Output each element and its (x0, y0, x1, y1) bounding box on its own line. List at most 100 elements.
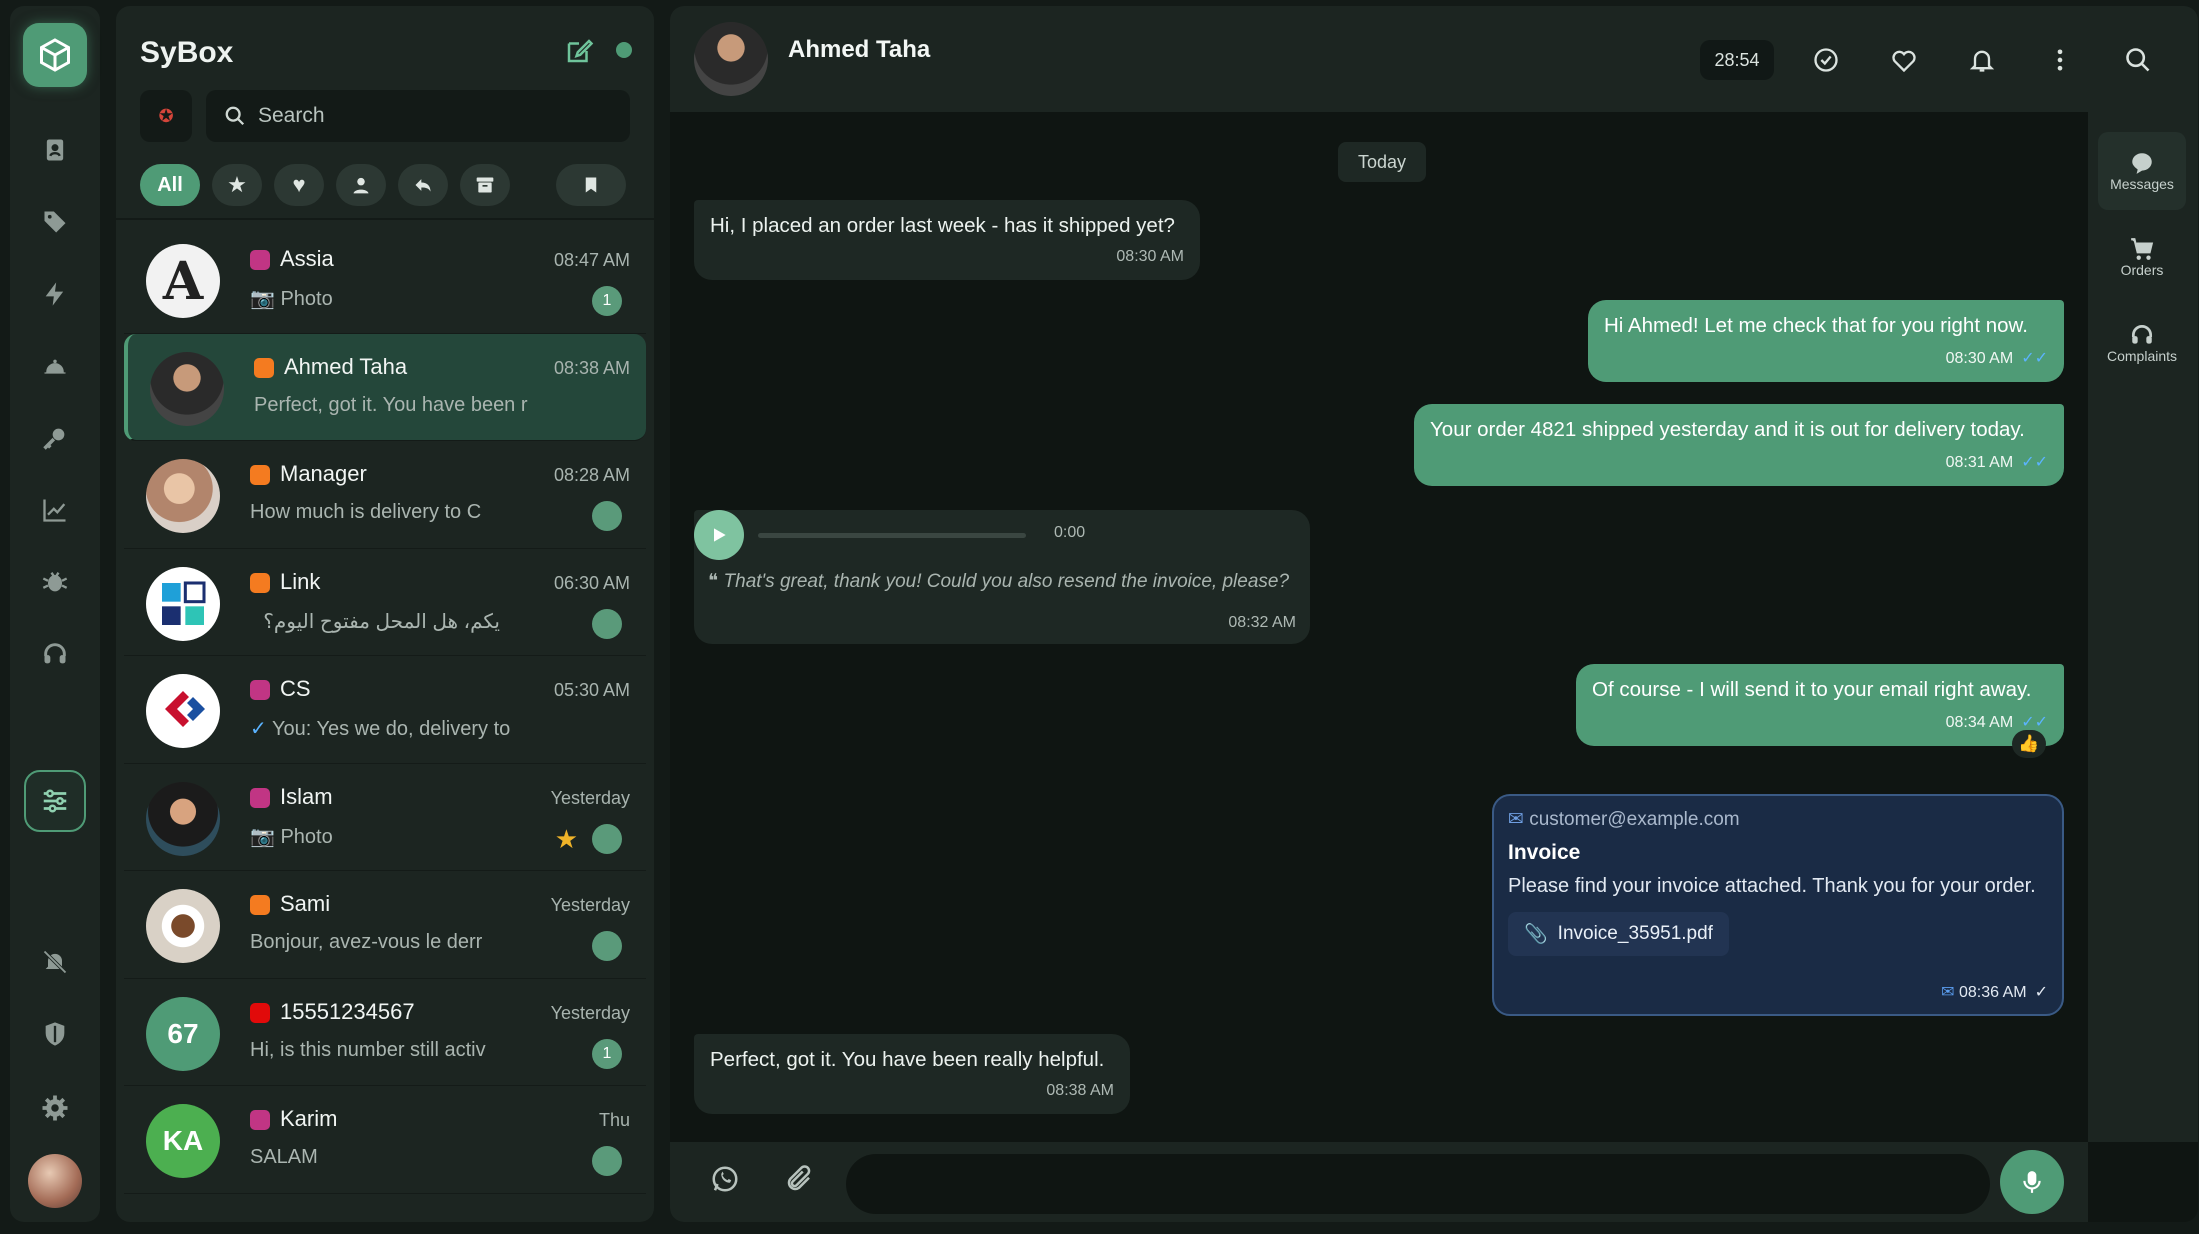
avatar: 67 (146, 996, 220, 1071)
tab-label: Orders (2120, 262, 2164, 278)
message-bubble-out[interactable]: Your order 4821 shipped yesterday and it… (1414, 404, 2064, 486)
search-box[interactable] (206, 90, 630, 142)
heart-icon[interactable] (1890, 46, 1918, 79)
chat-preview: How much is delivery to C (250, 501, 482, 523)
filter-archived-chip[interactable] (460, 164, 510, 206)
status-dot (592, 823, 622, 854)
attach-icon[interactable] (784, 1164, 814, 1199)
chat-row-manager[interactable]: Manager 08:28 AM How much is delivery to… (124, 441, 646, 549)
chat-preview: Bonjour, avez-vous le derr (250, 931, 483, 953)
filter-starred-chip[interactable]: ★ (212, 164, 262, 206)
reaction-badge[interactable]: 👍 (2012, 730, 2046, 758)
message-bubble-in[interactable]: Perfect, got it. You have been really he… (694, 1034, 1130, 1114)
chat-row-cs[interactable]: CS 05:30 AM ✓ You: Yes we do, delivery t… (124, 656, 646, 764)
chat-row-15551234567[interactable]: 67 15551234567 Yesterday Hi, is this num… (124, 979, 646, 1086)
sliders-icon (43, 789, 67, 813)
message-time: 08:30 AM (1116, 248, 1184, 265)
channel-icon (254, 357, 274, 378)
play-button[interactable] (694, 510, 744, 560)
voice-record-button[interactable] (2000, 1150, 2064, 1214)
chat-name: Ahmed Taha (284, 353, 408, 379)
chat-row-assia[interactable]: A Assia 08:47 AM 📷 Photo 1 (124, 226, 646, 334)
contact-name[interactable]: Ahmed Taha (788, 36, 930, 64)
avatar: A (146, 244, 220, 318)
bell-icon[interactable] (1968, 46, 1996, 79)
message-bubble-out[interactable]: Hi Ahmed! Let me check that for you righ… (1588, 300, 2064, 382)
left-rail (10, 6, 100, 1222)
reply-icon (415, 179, 431, 192)
more-options-icon[interactable] (2046, 46, 2074, 79)
avatar (146, 674, 220, 748)
resolve-check-icon[interactable] (1812, 46, 1840, 79)
email-message-card[interactable]: ✉ customer@example.com Invoice Please fi… (1492, 794, 2064, 1016)
message-text: Hi, I placed an order last week - has it… (710, 214, 1175, 237)
key-icon[interactable] (35, 418, 75, 458)
audio-progress-bar[interactable] (758, 533, 1026, 538)
message-bubble-out[interactable]: Of course - I will send it to your email… (1576, 664, 2064, 758)
tab-complaints[interactable]: Complaints (2098, 304, 2186, 382)
message-text: Perfect, got it. You have been really he… (710, 1048, 1105, 1071)
chat-row-sami[interactable]: Sami Yesterday Bonjour, avez-vous le der… (124, 871, 646, 979)
voice-transcript: ❝ That's great, thank you! Could you als… (708, 570, 1289, 593)
contacts-icon[interactable] (35, 130, 75, 170)
app-logo-icon[interactable] (23, 23, 87, 87)
filter-all-chip[interactable]: All (140, 164, 200, 206)
analytics-icon[interactable] (35, 490, 75, 530)
filter-replied-chip[interactable] (398, 164, 448, 206)
chat-name: Link (280, 568, 321, 594)
bug-icon[interactable] (35, 562, 75, 602)
star-icon: ★ (554, 823, 578, 854)
compose-icon[interactable] (564, 36, 594, 71)
settings-sliders-button[interactable] (24, 770, 86, 832)
chat-preview: SALAM (250, 1146, 318, 1168)
search-input[interactable] (258, 104, 618, 128)
chat-name: Karim (280, 1106, 338, 1131)
chat-name: Sami (280, 891, 331, 916)
mail-icon: ✉ (1941, 984, 1959, 1001)
filter-contacts-chip[interactable] (336, 164, 386, 206)
chat-preview: Hi, is this number still activ (250, 1038, 486, 1061)
chat-row-islam[interactable]: Islam Yesterday 📷 Photo ★ (124, 764, 646, 871)
instagram-icon (250, 787, 270, 808)
virgin-icon (250, 1002, 270, 1023)
attachment-chip[interactable]: 📎 Invoice_35951.pdf (1508, 912, 1729, 956)
paperclip-icon: 📎 (1524, 924, 1548, 945)
email-meta: ✉ 08:36 AM ✓ (1941, 982, 2048, 1002)
voice-message-bubble[interactable]: 0:00 ❝ That's great, thank you! Could yo… (694, 510, 1310, 644)
user-avatar[interactable] (28, 1154, 82, 1208)
chat-bubble-icon (2132, 153, 2152, 174)
chat-row-ahmed-taha[interactable]: Ahmed Taha 08:38 AM Perfect, got it. You… (124, 333, 646, 441)
tab-orders[interactable]: Orders (2098, 218, 2186, 296)
message-bubble-in[interactable]: Hi, I placed an order last week - has it… (694, 200, 1200, 280)
shield-icon[interactable] (35, 1014, 75, 1054)
gear-icon[interactable] (35, 1088, 75, 1128)
chat-row-karim[interactable]: KA Karim Thu SALAM (124, 1086, 646, 1194)
message-input[interactable] (846, 1154, 1990, 1214)
message-time: 08:32 AM (1228, 614, 1296, 631)
search-icon[interactable] (2124, 46, 2152, 79)
filter-favorites-chip[interactable]: ♥ (274, 164, 324, 206)
lightning-icon[interactable] (35, 274, 75, 314)
tab-messages[interactable]: Messages (2098, 132, 2186, 210)
tags-icon[interactable] (35, 202, 75, 242)
contact-avatar[interactable] (694, 22, 768, 96)
email-to: customer@example.com (1529, 809, 1740, 830)
avatar (146, 459, 220, 533)
chat-row-link[interactable]: Link 06:30 AM يكم، هل المحل مفتوح اليوم؟ (124, 549, 646, 656)
headset-icon[interactable] (35, 634, 75, 674)
bell-service-icon[interactable] (35, 346, 75, 386)
attachment-name: Invoice_35951.pdf (1557, 923, 1713, 944)
chat-preview-text: You: Yes we do, delivery to (271, 718, 511, 740)
mail-icon: ✉ (1508, 809, 1530, 830)
channel-filter-button[interactable]: ✪ (140, 90, 192, 142)
read-receipt-icon: ✓✓ (2021, 454, 2048, 471)
filter-saved-chip[interactable] (556, 164, 626, 206)
heart-icon: ♥ (292, 172, 306, 197)
sent-check-icon: ✓ (2034, 984, 2048, 1001)
status-dot (592, 931, 622, 961)
person-icon (353, 177, 369, 194)
whatsapp-icon[interactable] (710, 1164, 740, 1199)
message-list: Today Hi, I placed an order last week - … (670, 112, 2088, 1142)
chat-time: 08:38 AM (553, 357, 630, 378)
mute-notifications-icon[interactable] (35, 942, 75, 982)
